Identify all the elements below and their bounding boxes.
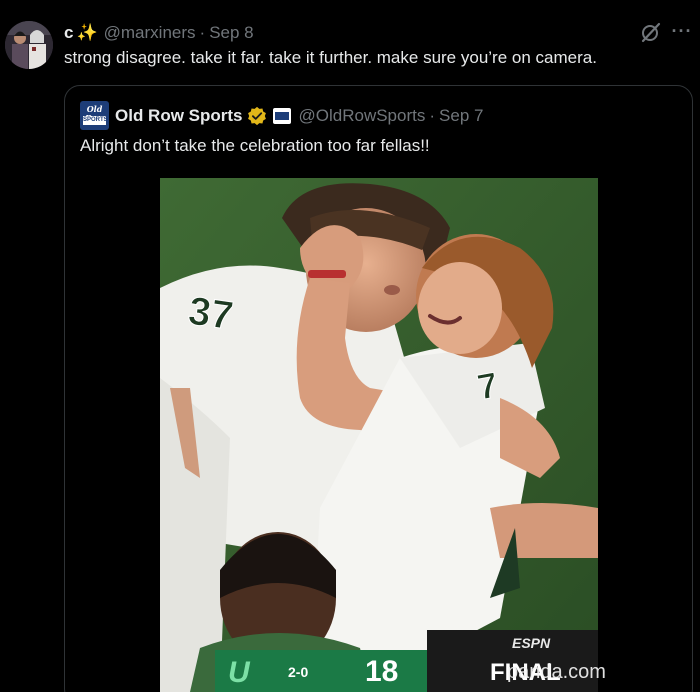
- scorebug-score: 18: [365, 655, 398, 688]
- verified-badge-icon[interactable]: [247, 106, 267, 126]
- tweet-card[interactable]: c ✨ @marxiners · Sep 8 ··· strong disagr…: [0, 0, 700, 692]
- author-display-name[interactable]: c: [64, 23, 73, 43]
- author-handle[interactable]: @marxiners: [104, 23, 196, 43]
- logo-line-2: SPORTS: [83, 116, 108, 125]
- quoted-tweet-header: Old Row Sports @OldRowSports · Sep 7: [115, 104, 483, 128]
- quoted-display-name[interactable]: Old Row Sports: [115, 106, 243, 126]
- quoted-tweet-text: Alright don’t take the celebration too f…: [80, 136, 430, 155]
- affiliate-badge-icon[interactable]: [272, 108, 291, 124]
- more-options-icon[interactable]: ···: [670, 22, 694, 42]
- header-separator: ·: [199, 23, 206, 42]
- quoted-separator: ·: [429, 106, 436, 125]
- watermark-text: pandа.com: [507, 661, 606, 683]
- tweet-text: strong disagree. take it far. take it fu…: [64, 48, 597, 67]
- scorebug-network: ESPN: [512, 635, 551, 651]
- quoted-date[interactable]: Sep 7: [439, 106, 483, 126]
- tweet-header: c ✨ @marxiners · Sep 8: [64, 22, 254, 44]
- grok-icon[interactable]: [640, 21, 662, 43]
- quoted-tweet[interactable]: Old Row SPORTS Old Row Sports @OldRowSpo…: [64, 85, 693, 692]
- author-avatar[interactable]: [5, 21, 53, 69]
- quoted-media-image[interactable]: 37 7 U 2-0 18 ESPN FINAL: [160, 178, 598, 692]
- scorebug-record: 2-0: [288, 664, 308, 680]
- celebration-photo: 37 7 U 2-0 18 ESPN FINAL: [160, 178, 598, 692]
- quoted-handle[interactable]: @OldRowSports: [299, 106, 426, 126]
- profile-avatar-icon: [5, 21, 53, 69]
- svg-text:U: U: [228, 656, 251, 689]
- quoted-account-logo[interactable]: Old Row SPORTS: [80, 101, 109, 130]
- tweet-date[interactable]: Sep 8: [209, 23, 253, 43]
- jersey-number-left: 37: [186, 289, 236, 339]
- sparkle-icon: ✨: [76, 23, 98, 42]
